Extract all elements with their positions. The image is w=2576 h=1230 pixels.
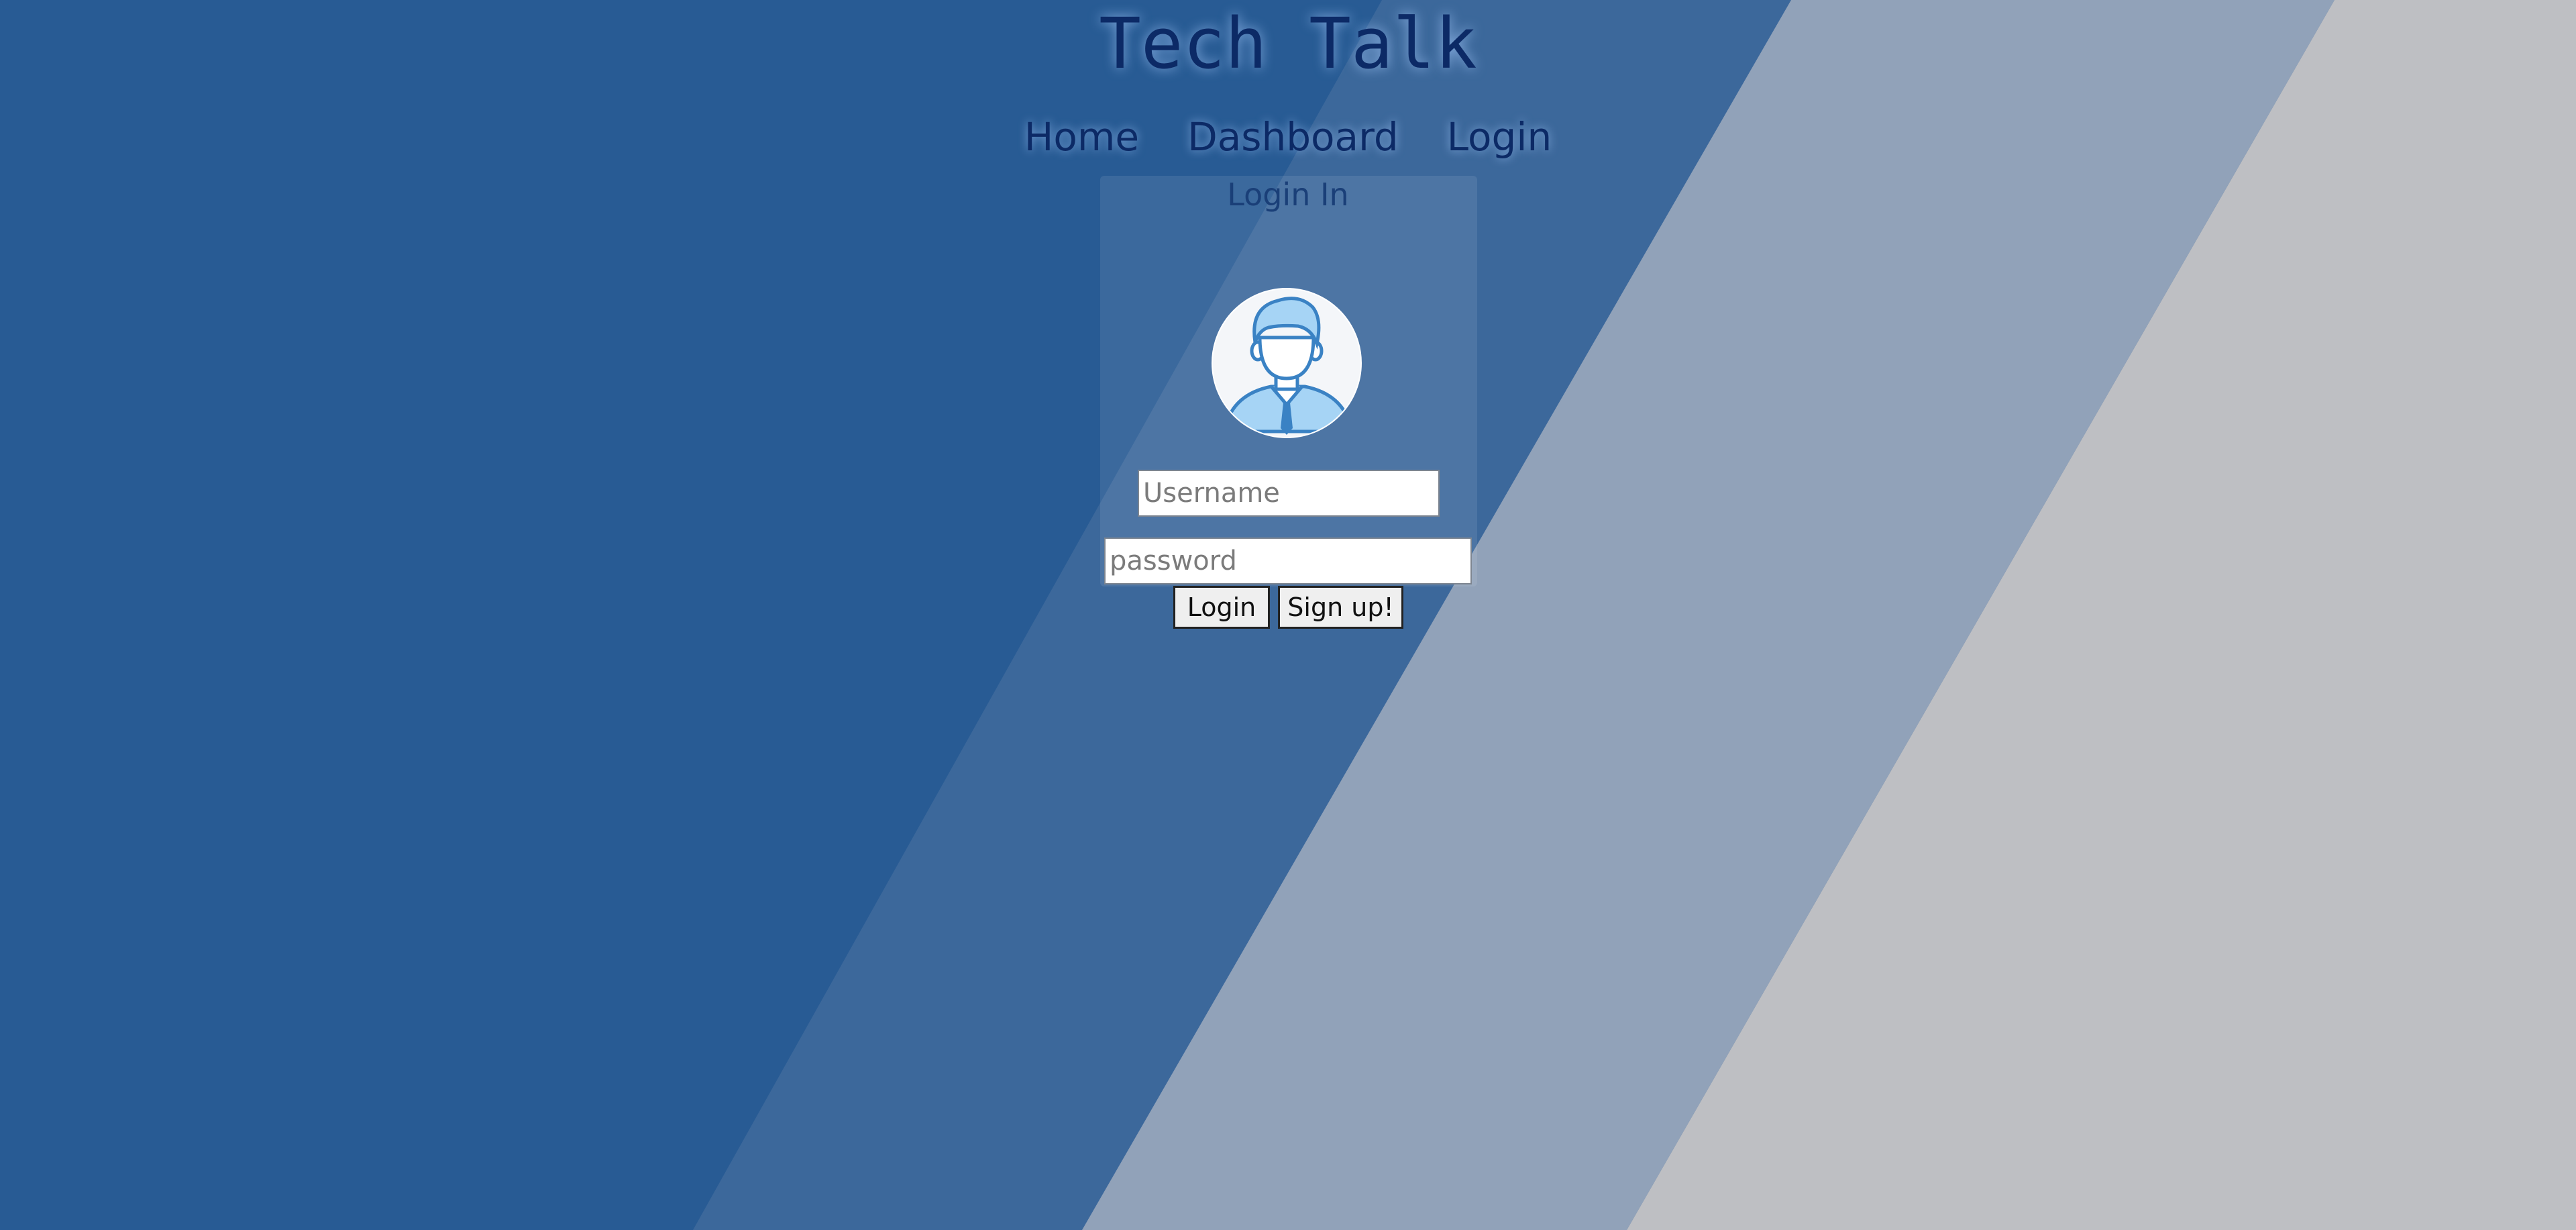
user-avatar-icon — [1212, 288, 1362, 438]
nav-link-dashboard[interactable]: Dashboard — [1187, 106, 1399, 168]
username-input[interactable] — [1138, 470, 1440, 517]
site-title: Tech Talk — [1099, 3, 1477, 85]
password-input[interactable] — [1104, 537, 1472, 584]
signup-button[interactable]: Sign up! — [1278, 586, 1403, 629]
nav-link-login[interactable]: Login — [1447, 106, 1552, 168]
main-nav: Home Dashboard Login — [0, 106, 2576, 168]
login-heading: Login In — [1227, 176, 1349, 213]
nav-link-home[interactable]: Home — [1024, 106, 1139, 168]
login-button[interactable]: Login — [1173, 586, 1270, 629]
